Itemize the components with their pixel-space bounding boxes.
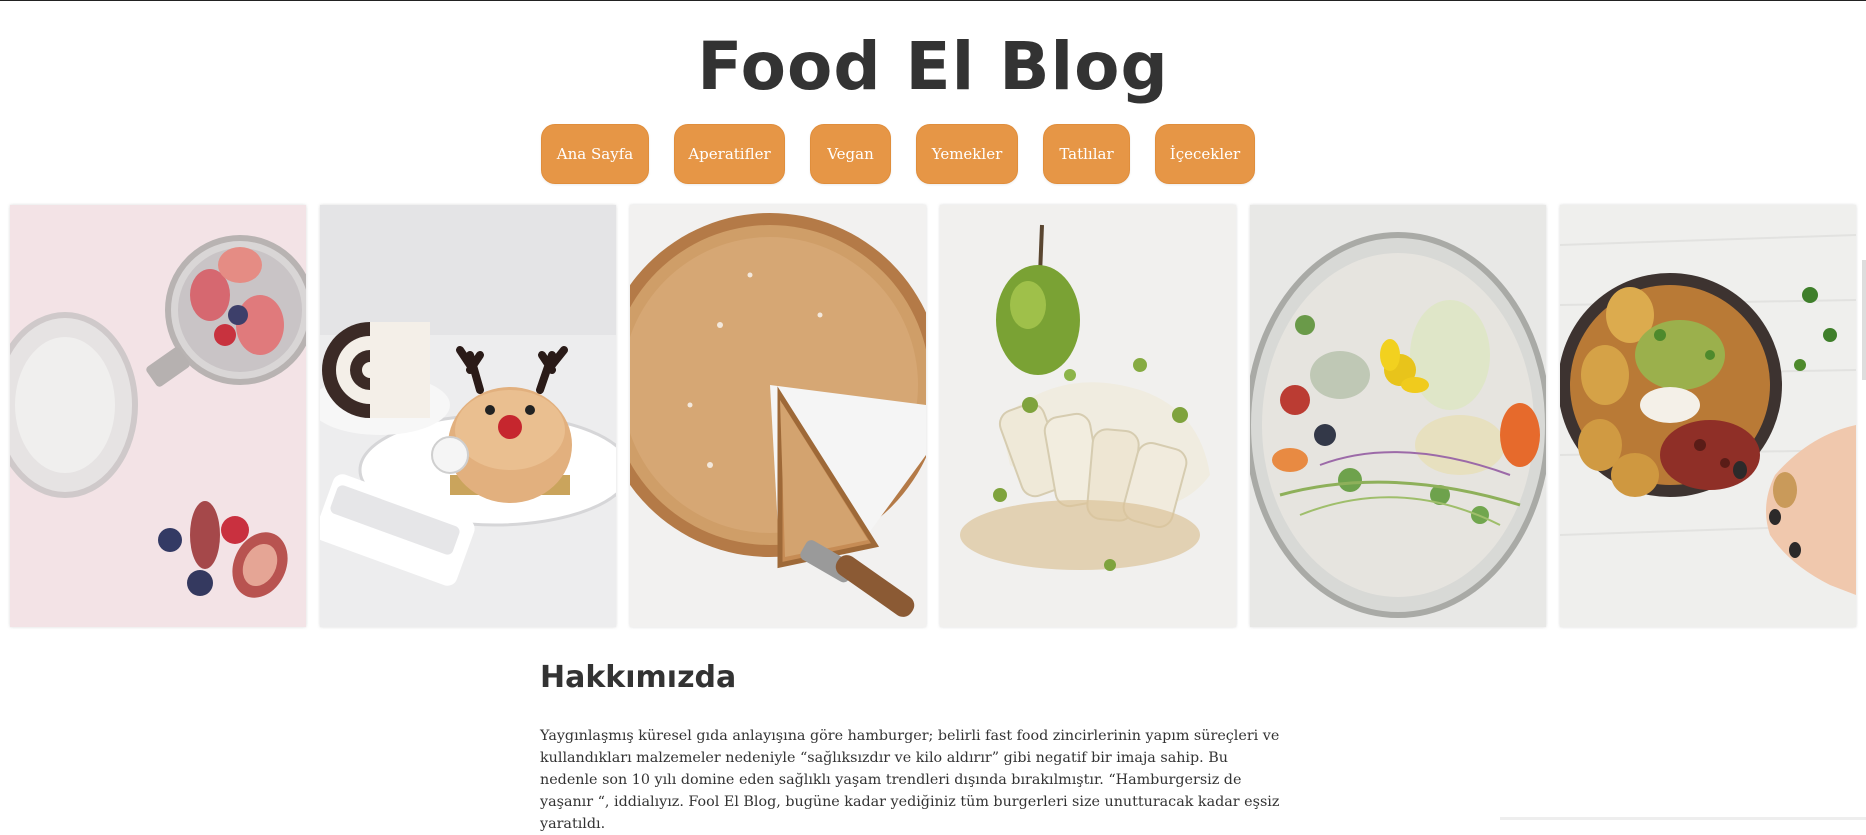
nav-item-yemekler[interactable]: Yemekler: [916, 124, 1018, 184]
main-nav: Ana Sayfa Aperatifler Vegan Yemekler Tat…: [0, 124, 1866, 184]
scrollbar-hint: [1862, 260, 1866, 380]
nav-item-aperatifler[interactable]: Aperatifler: [674, 124, 785, 184]
gallery-image-pear-plate[interactable]: [940, 205, 1236, 627]
salad-glass-image: [1250, 205, 1546, 627]
nav-item-ana-sayfa[interactable]: Ana Sayfa: [541, 124, 649, 184]
top-border: [0, 0, 1866, 1]
image-gallery: [10, 205, 1856, 627]
gallery-image-guacamole-bowl[interactable]: [1560, 205, 1856, 627]
about-heading: Hakkımızda: [540, 660, 737, 695]
gallery-image-salad-glass[interactable]: [1250, 205, 1546, 627]
chia-pudding-image: [10, 205, 306, 627]
nav-item-icecekler[interactable]: İçecekler: [1155, 124, 1255, 184]
gallery-image-reindeer-cake[interactable]: [320, 205, 616, 627]
guacamole-bowl-image: [1560, 205, 1856, 627]
about-text: Yaygınlaşmış küresel gıda anlayışına gör…: [540, 728, 1280, 832]
pear-plate-image: [940, 205, 1236, 627]
gallery-image-pie[interactable]: [630, 205, 926, 627]
nav-item-tatlilar[interactable]: Tatlılar: [1043, 124, 1130, 184]
site-title: Food El Blog: [697, 28, 1169, 105]
reindeer-cake-image: [320, 205, 616, 627]
nav-item-vegan[interactable]: Vegan: [810, 124, 891, 184]
pie-image: [630, 205, 926, 627]
gallery-image-chia-pudding[interactable]: [10, 205, 306, 627]
